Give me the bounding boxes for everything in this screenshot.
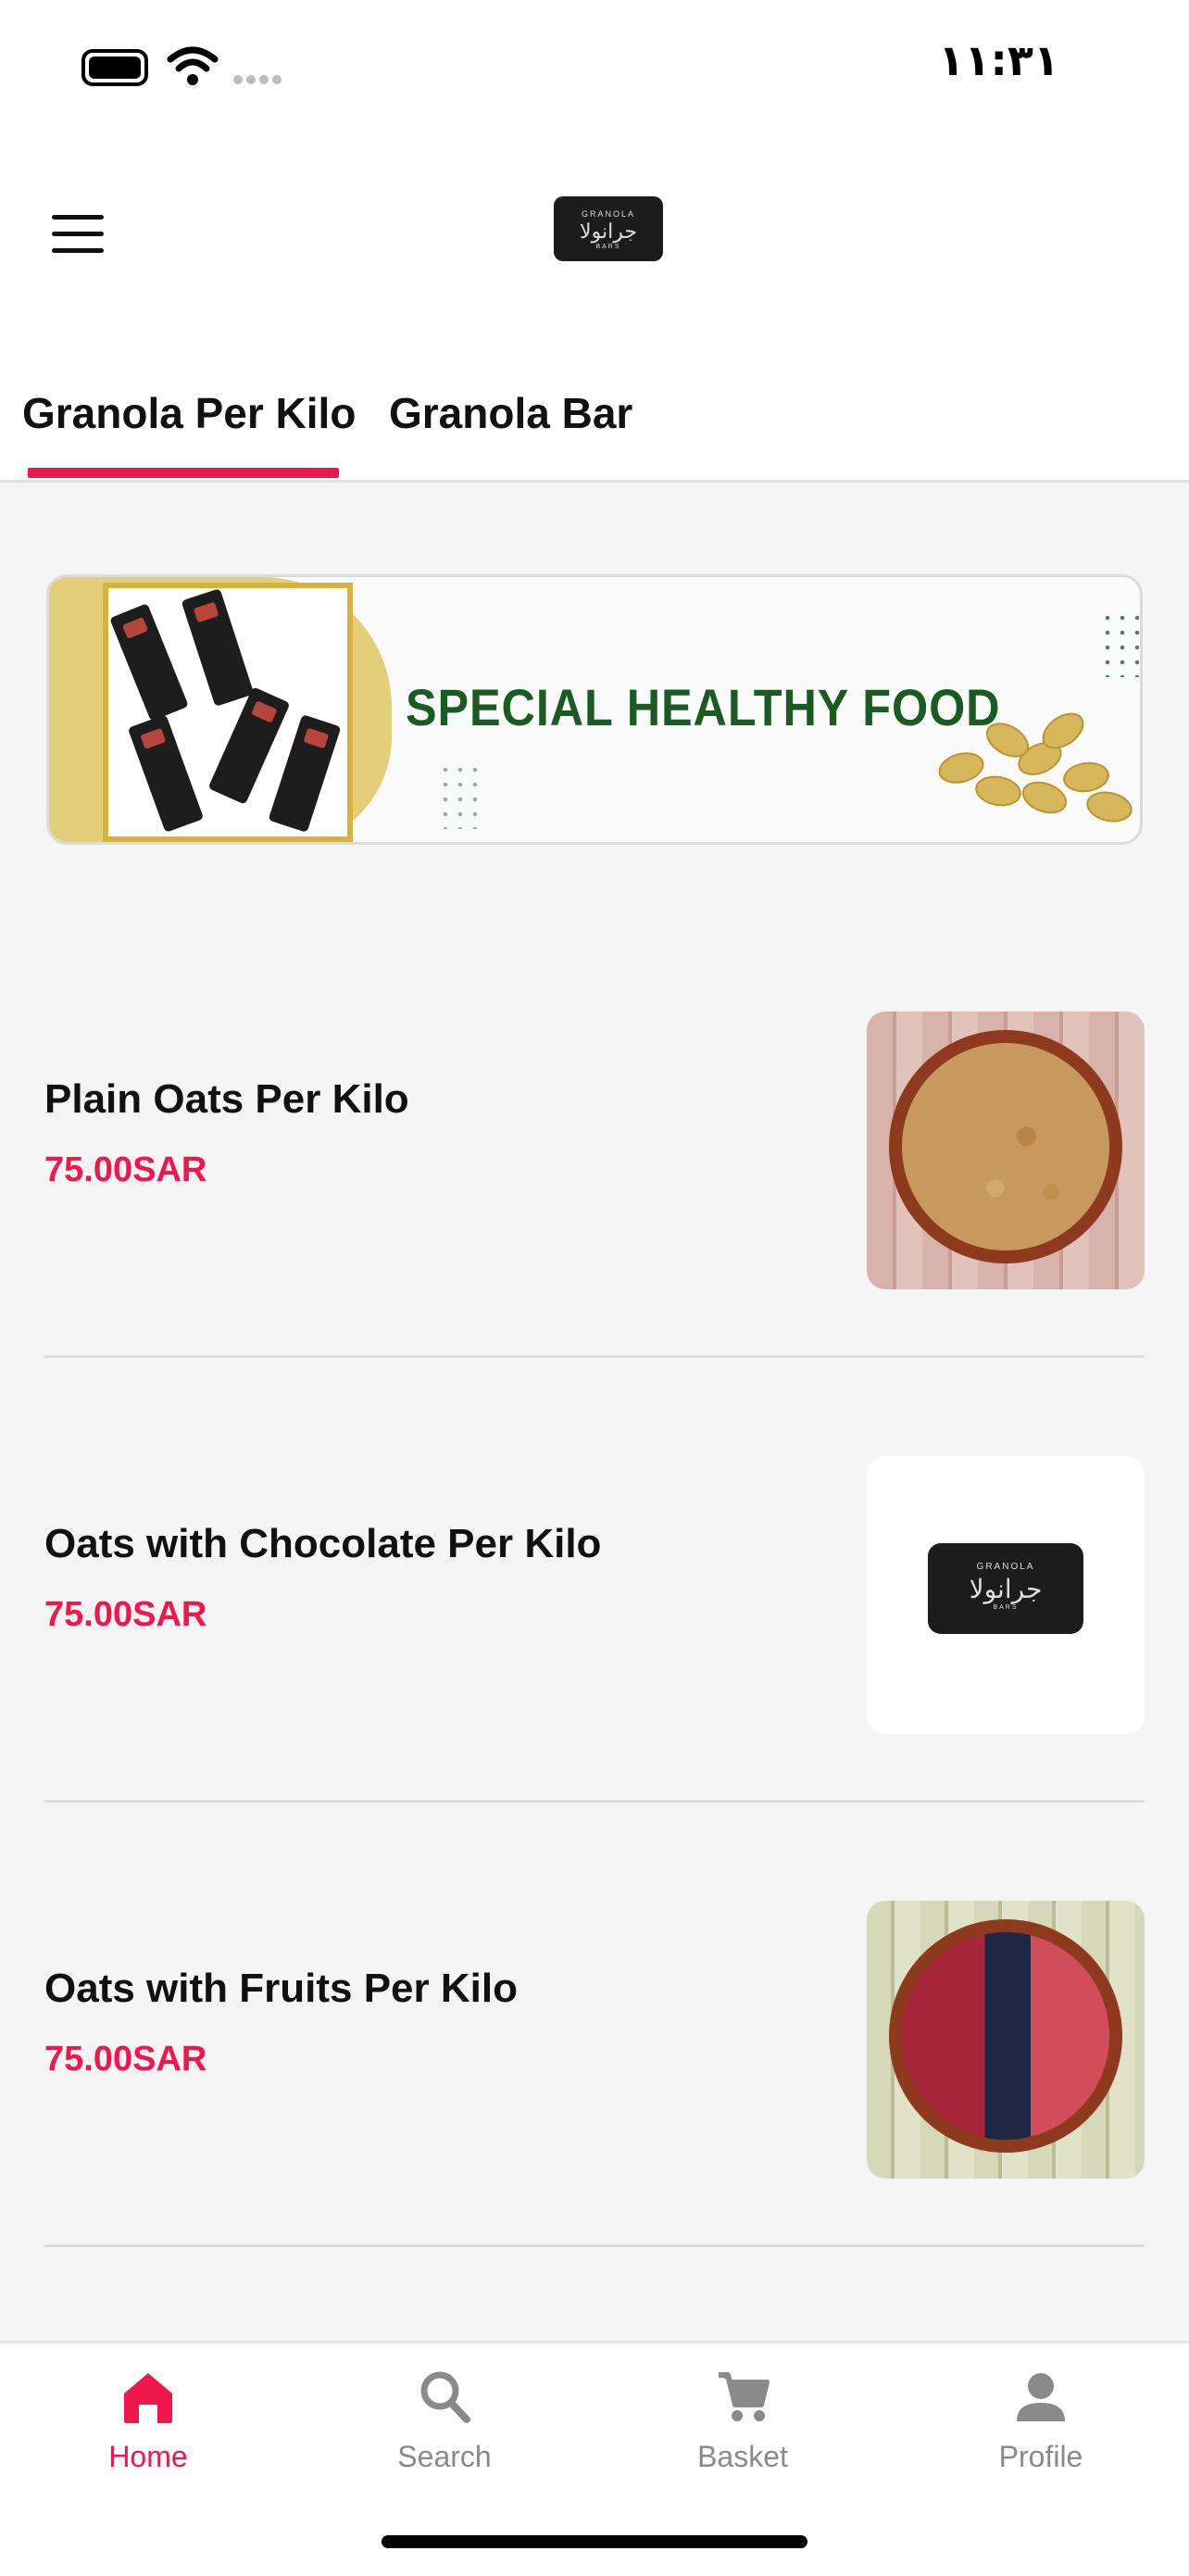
logo-bottom-text: BARS bbox=[595, 244, 621, 250]
wifi-icon bbox=[167, 46, 219, 85]
status-bar: ١١:٣١ bbox=[0, 0, 1189, 139]
product-image-oats bbox=[867, 1012, 1145, 1289]
logo-bottom-text: BARS bbox=[993, 1604, 1019, 1611]
brand-logo: GRANOLA جرانولا BARS bbox=[928, 1543, 1083, 1634]
nav-basket-label: Basket bbox=[697, 2440, 788, 2473]
divider bbox=[44, 2244, 1145, 2247]
product-price: 75.00SAR bbox=[44, 2040, 207, 2079]
status-time: ١١:٣١ bbox=[938, 35, 1059, 85]
category-tabs: Granola Per Kilo Granola Bar bbox=[0, 375, 1189, 483]
banner-dots-decoration bbox=[438, 762, 482, 829]
product-image-berries bbox=[867, 1901, 1145, 2179]
banner-product-photo bbox=[103, 583, 353, 842]
promo-banner[interactable]: SPECIAL HEALTHY FOOD bbox=[46, 574, 1143, 845]
product-price: 75.00SAR bbox=[44, 1595, 207, 1634]
logo-top-text: GRANOLA bbox=[581, 209, 635, 219]
home-icon bbox=[124, 2373, 172, 2423]
product-item[interactable]: Plain Oats Per Kilo 75.00SAR bbox=[44, 1012, 1145, 1289]
nav-basket[interactable]: Basket bbox=[650, 2344, 835, 2501]
product-item[interactable]: Oats with Chocolate Per Kilo 75.00SAR GR… bbox=[44, 1456, 1145, 1734]
divider bbox=[44, 1800, 1145, 1803]
divider bbox=[44, 1355, 1145, 1358]
nav-profile[interactable]: Profile bbox=[948, 2344, 1133, 2501]
tab-selected-indicator bbox=[28, 468, 339, 478]
banner-dots-decoration bbox=[1100, 610, 1140, 677]
oat-decoration bbox=[1061, 759, 1111, 796]
hamburger-menu-icon[interactable] bbox=[52, 215, 104, 254]
product-price: 75.00SAR bbox=[44, 1150, 207, 1189]
home-indicator[interactable] bbox=[382, 2535, 807, 2548]
product-image-logo: GRANOLA جرانولا BARS bbox=[867, 1456, 1145, 1734]
logo-top-text: GRANOLA bbox=[976, 1562, 1035, 1572]
tab-granola-bar[interactable]: Granola Bar bbox=[389, 388, 632, 438]
logo-main-text: جرانولا bbox=[580, 220, 637, 244]
battery-icon bbox=[81, 49, 148, 86]
oat-decoration bbox=[972, 772, 1024, 810]
search-icon bbox=[420, 2371, 470, 2423]
brand-logo: GRANOLA جرانولا BARS bbox=[554, 196, 663, 261]
oat-decoration bbox=[1083, 787, 1135, 826]
nav-search-label: Search bbox=[397, 2440, 492, 2473]
logo-main-text: جرانولا bbox=[969, 1574, 1043, 1604]
product-item[interactable]: Oats with Fruits Per Kilo 75.00SAR bbox=[44, 1901, 1145, 2179]
nav-home[interactable]: Home bbox=[56, 2344, 241, 2501]
person-icon bbox=[1017, 2373, 1065, 2421]
product-name: Plain Oats Per Kilo bbox=[44, 1076, 409, 1122]
product-name: Oats with Fruits Per Kilo bbox=[44, 1966, 518, 2011]
product-name: Oats with Chocolate Per Kilo bbox=[44, 1521, 602, 1566]
nav-search[interactable]: Search bbox=[352, 2344, 537, 2501]
tab-granola-per-kilo[interactable]: Granola Per Kilo bbox=[22, 388, 356, 438]
nav-home-label: Home bbox=[108, 2440, 188, 2473]
cellular-signal-icon bbox=[233, 72, 285, 89]
banner-title: SPECIAL HEALTHY FOOD bbox=[406, 678, 1001, 736]
cart-icon bbox=[719, 2372, 770, 2421]
nav-profile-label: Profile bbox=[998, 2440, 1083, 2473]
